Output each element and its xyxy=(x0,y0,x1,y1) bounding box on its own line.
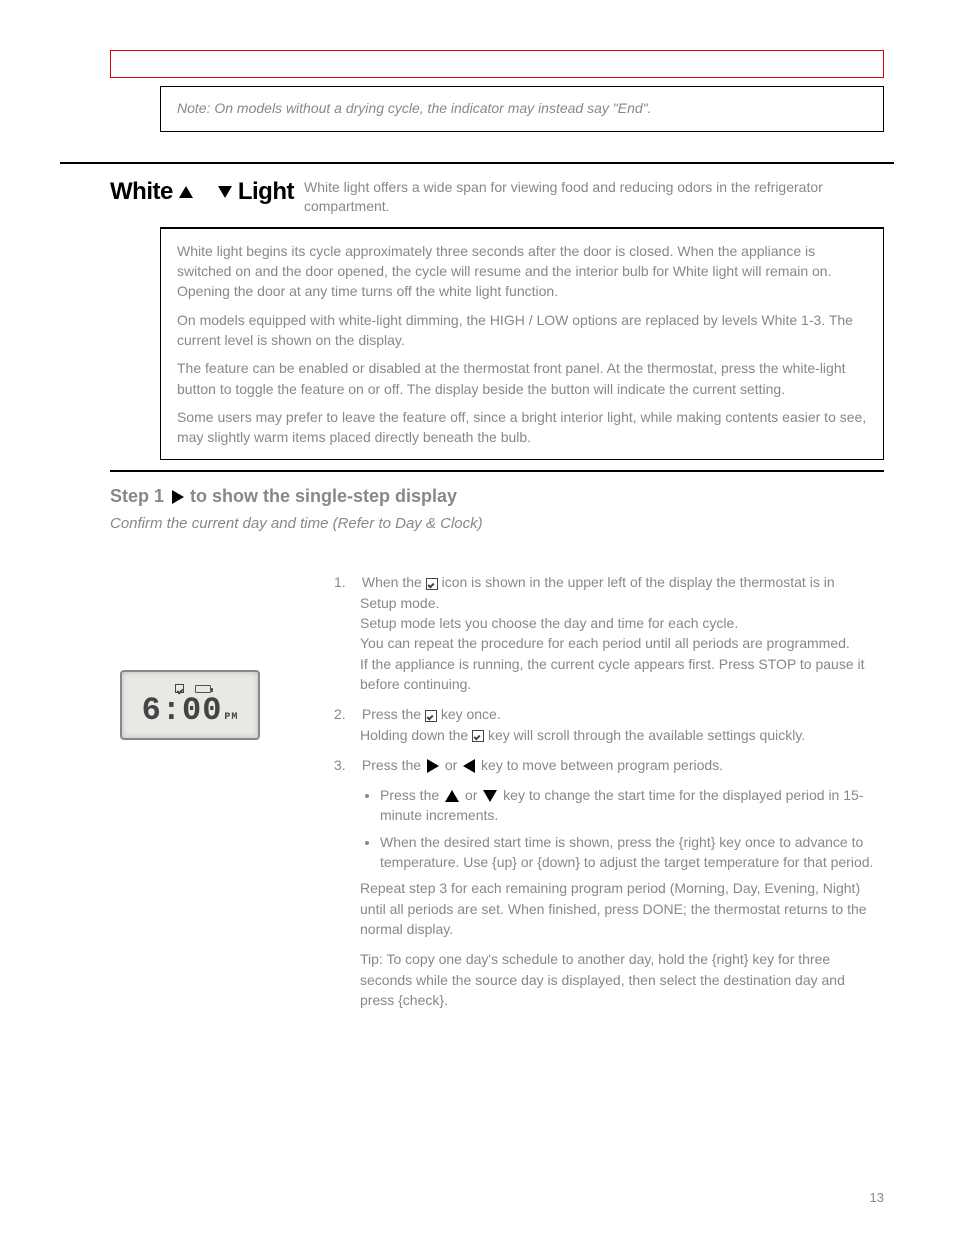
check-icon xyxy=(426,578,438,590)
white-body-p2: On models equipped with white-light dimm… xyxy=(177,310,867,351)
up-triangle-icon xyxy=(179,186,193,198)
step-3-line-a-pre: Press the xyxy=(362,757,425,773)
step-3-bullet-2: When the desired start time is shown, pr… xyxy=(380,832,874,873)
step-1-line-a-pre: When the xyxy=(362,574,426,590)
right-triangle-icon xyxy=(427,759,439,773)
right-triangle-icon xyxy=(172,490,184,504)
step-3-line-a-post: key to move between program periods. xyxy=(481,757,723,773)
step-2-line-a-post: key once. xyxy=(441,706,501,722)
white-body-p4: Some users may prefer to leave the featu… xyxy=(177,407,867,448)
lcd-time-value: 6:00 xyxy=(142,695,223,727)
step-1-line-c: You can repeat the procedure for each pe… xyxy=(360,635,850,651)
step-3-b1-mid: or xyxy=(465,787,481,803)
step-2-line-a-pre: Press the xyxy=(362,706,425,722)
step-2-number: 2. xyxy=(334,704,358,724)
warning-box xyxy=(110,50,884,78)
white-body-p1: White light begins its cycle approximate… xyxy=(177,241,867,302)
down-triangle-icon xyxy=(483,790,497,802)
step-1-line-d: If the appliance is running, the current… xyxy=(360,656,865,692)
tip-note: Tip: To copy one day's schedule to anoth… xyxy=(360,949,874,1010)
step-3-b1-pre: Press the xyxy=(380,787,443,803)
step1-text: to show the single-step display xyxy=(190,486,457,507)
step-2-line-b-post: key will scroll through the available se… xyxy=(488,727,805,743)
white-light-body-box: White light begins its cycle approximate… xyxy=(160,227,884,461)
page-number: 13 xyxy=(870,1190,884,1205)
step-1: 1. When the icon is shown in the upper l… xyxy=(360,572,874,694)
step-3: 3. Press the or key to move between prog… xyxy=(360,755,874,775)
step-3-bullets: Press the or key to change the start tim… xyxy=(380,785,874,872)
white-body-p3: The feature can be enabled or disabled a… xyxy=(177,358,867,399)
white-light-title: White Light xyxy=(60,178,294,206)
step-1-number: 1. xyxy=(334,572,358,592)
single-step-heading: Step 1 to show the single-step display xyxy=(110,486,894,507)
white-light-title-word1: White xyxy=(110,178,179,205)
step-3-number: 3. xyxy=(334,755,358,775)
white-light-heading-row: White Light White light offers a wide sp… xyxy=(60,162,894,217)
single-step-sub: Confirm the current day and time (Refer … xyxy=(110,515,894,532)
step-3-bullet-1: Press the or key to change the start tim… xyxy=(380,785,874,826)
white-light-desc: White light offers a wide span for viewi… xyxy=(304,178,894,217)
lcd-display: 6:00 PM xyxy=(120,670,260,740)
lcd-time-ampm: PM xyxy=(224,713,238,723)
step-1-line-b: Setup mode lets you choose the day and t… xyxy=(360,615,738,631)
left-triangle-icon xyxy=(463,759,475,773)
lcd-battery-icon xyxy=(195,685,211,693)
lcd-check-icon xyxy=(175,684,184,693)
note-box: Note: On models without a drying cycle, … xyxy=(160,86,884,132)
down-triangle-icon xyxy=(218,186,232,198)
note-box-text: Note: On models without a drying cycle, … xyxy=(177,100,652,116)
numbered-steps: 1. When the icon is shown in the upper l… xyxy=(360,572,874,1010)
step-3-line-a-mid: or xyxy=(445,757,461,773)
section-divider xyxy=(110,470,884,472)
step-2: 2. Press the key once. Holding down the … xyxy=(360,704,874,745)
check-icon xyxy=(425,710,437,722)
check-icon xyxy=(472,730,484,742)
up-triangle-icon xyxy=(445,790,459,802)
repeat-note: Repeat step 3 for each remaining program… xyxy=(360,878,874,939)
white-light-title-word2: Light xyxy=(238,178,294,205)
step1-label: Step 1 xyxy=(110,486,164,507)
step-2-line-b-pre: Holding down the xyxy=(360,727,472,743)
lcd-time: 6:00 PM xyxy=(142,695,239,727)
